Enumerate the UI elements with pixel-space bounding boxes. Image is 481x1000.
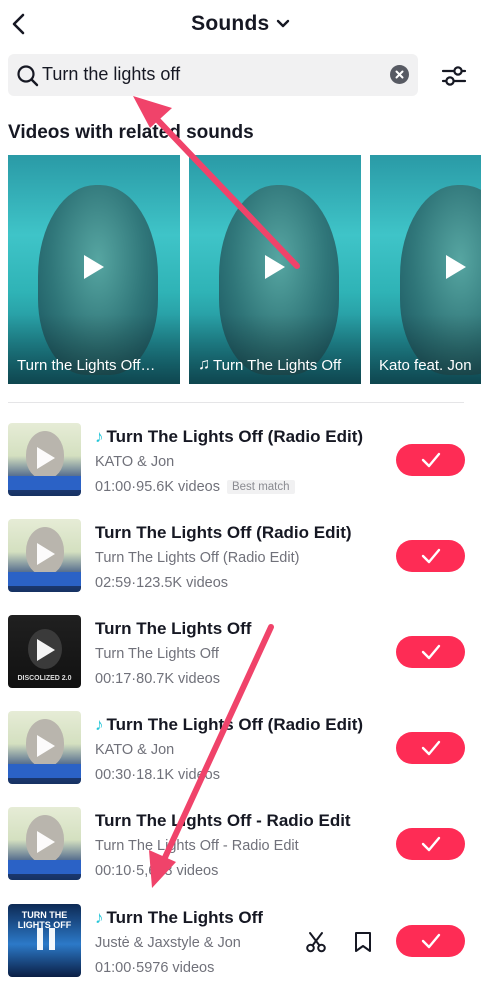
play-icon bbox=[37, 543, 55, 565]
use-sound-button[interactable] bbox=[396, 444, 465, 476]
play-icon bbox=[37, 447, 55, 469]
sound-row[interactable]: TURN THE LIGHTS OFF ♪ Turn The Lights Off… bbox=[0, 904, 481, 1000]
sound-artist: KATO & Jon bbox=[95, 742, 175, 758]
sound-artist: KATO & Jon bbox=[95, 454, 175, 470]
video-caption: Turn the Lights Off… bbox=[17, 357, 156, 374]
use-sound-button[interactable] bbox=[396, 925, 465, 957]
sound-cover[interactable] bbox=[8, 807, 81, 880]
sound-video-count: 5976 videos bbox=[136, 960, 215, 976]
sound-duration: 01:00 bbox=[95, 479, 132, 495]
filter-sliders-icon bbox=[441, 66, 467, 86]
sound-duration: 01:00 bbox=[95, 960, 132, 976]
search-icon bbox=[17, 65, 39, 87]
divider bbox=[8, 402, 464, 403]
play-icon bbox=[84, 255, 104, 279]
related-videos-carousel[interactable]: Turn the Lights Off… ♫ Turn The Lights Of… bbox=[8, 155, 481, 385]
clear-icon[interactable] bbox=[390, 65, 409, 84]
original-sound-icon: ♪ bbox=[95, 427, 104, 446]
use-sound-button[interactable] bbox=[396, 828, 465, 860]
best-match-badge: Best match bbox=[226, 480, 295, 494]
cover-label: DISCOLIZED 2.0 bbox=[17, 675, 72, 682]
sound-title: Turn The Lights Off - Radio Edit bbox=[95, 811, 351, 830]
original-sound-icon: ♪ bbox=[95, 908, 104, 927]
filter-button[interactable] bbox=[438, 62, 470, 90]
checkmark-icon bbox=[421, 452, 441, 468]
sound-duration: 00:17 bbox=[95, 671, 132, 687]
sound-cover[interactable] bbox=[8, 711, 81, 784]
bookmark-icon[interactable] bbox=[352, 930, 374, 954]
video-card[interactable]: Kato feat. Jon bbox=[370, 155, 481, 384]
sound-cover[interactable]: TURN THE LIGHTS OFF bbox=[8, 904, 81, 977]
sound-duration: 00:30 bbox=[95, 767, 132, 783]
pause-icon bbox=[37, 928, 55, 950]
play-icon bbox=[37, 831, 55, 853]
video-card[interactable]: Turn the Lights Off… bbox=[8, 155, 180, 384]
sound-artist: Turn The Lights Off - Radio Edit bbox=[95, 838, 299, 854]
sound-video-count: 95.6K videos bbox=[136, 479, 220, 495]
sound-artist: Turn The Lights Off bbox=[95, 646, 219, 662]
checkmark-icon bbox=[421, 740, 441, 756]
search-bar[interactable]: Turn the lights off bbox=[8, 54, 418, 96]
page-title: Sounds bbox=[191, 12, 270, 35]
sound-row[interactable]: ♪ Turn The Lights Off (Radio Edit) KATO &… bbox=[0, 423, 481, 519]
sound-title: Turn The Lights Off (Radio Edit) bbox=[106, 715, 364, 734]
use-sound-button[interactable] bbox=[396, 732, 465, 764]
sound-row[interactable]: Turn The Lights Off (Radio Edit) Turn Th… bbox=[0, 519, 481, 615]
use-sound-button[interactable] bbox=[396, 636, 465, 668]
sound-title: Turn The Lights Off bbox=[95, 619, 252, 638]
sound-video-count: 18.1K videos bbox=[136, 767, 220, 783]
video-caption: Kato feat. Jon bbox=[379, 357, 472, 374]
use-sound-button[interactable] bbox=[396, 540, 465, 572]
music-note-icon: ♫ bbox=[198, 356, 210, 373]
search-input[interactable]: Turn the lights off bbox=[42, 64, 180, 85]
video-card[interactable]: ♫ Turn The Lights Off bbox=[189, 155, 361, 384]
sound-artist: Turn The Lights Off (Radio Edit) bbox=[95, 550, 300, 566]
sound-cover[interactable]: DISCOLIZED 2.0 bbox=[8, 615, 81, 688]
play-icon bbox=[446, 255, 466, 279]
sound-video-count: 123.5K videos bbox=[136, 575, 229, 591]
checkmark-icon bbox=[421, 644, 441, 660]
sound-video-count: 5,688 videos bbox=[136, 863, 219, 879]
chevron-down-icon bbox=[276, 19, 290, 27]
sound-cover[interactable] bbox=[8, 519, 81, 592]
title-dropdown[interactable]: Sounds bbox=[0, 12, 481, 36]
video-caption: Turn The Lights Off bbox=[213, 356, 342, 374]
sound-duration: 00:10 bbox=[95, 863, 132, 879]
related-videos-title: Videos with related sounds bbox=[8, 122, 254, 143]
sound-row[interactable]: Turn The Lights Off - Radio Edit Turn Th… bbox=[0, 807, 481, 903]
sound-row[interactable]: DISCOLIZED 2.0 Turn The Lights Off Turn … bbox=[0, 615, 481, 711]
sound-artist: Justė & Jaxstyle & Jon bbox=[95, 935, 241, 951]
sound-video-count: 80.7K videos bbox=[136, 671, 220, 687]
cover-label: TURN THE LIGHTS OFF bbox=[17, 910, 72, 930]
sound-cover[interactable] bbox=[8, 423, 81, 496]
play-icon bbox=[37, 639, 55, 661]
sound-duration: 02:59 bbox=[95, 575, 132, 591]
sound-row[interactable]: ♪ Turn The Lights Off (Radio Edit) KATO &… bbox=[0, 711, 481, 807]
header: Sounds bbox=[0, 0, 481, 48]
play-icon bbox=[37, 735, 55, 757]
play-icon bbox=[265, 255, 285, 279]
checkmark-icon bbox=[421, 836, 441, 852]
sound-title: Turn The Lights Off (Radio Edit) bbox=[95, 523, 352, 542]
original-sound-icon: ♪ bbox=[95, 715, 104, 734]
checkmark-icon bbox=[421, 548, 441, 564]
scissors-icon[interactable] bbox=[304, 930, 328, 954]
checkmark-icon bbox=[421, 933, 441, 949]
sound-title: Turn The Lights Off (Radio Edit) bbox=[106, 427, 364, 446]
sound-title: Turn The Lights Off bbox=[106, 908, 263, 927]
